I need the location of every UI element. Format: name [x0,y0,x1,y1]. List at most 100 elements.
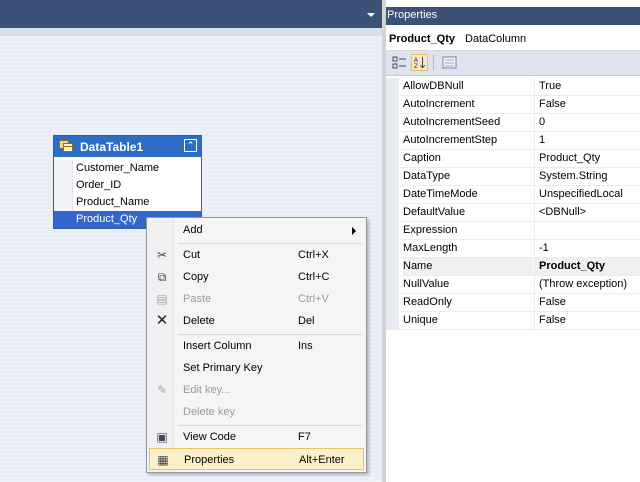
menu-item-label: Set Primary Key [183,362,263,374]
menu-item-label: Properties [184,454,235,466]
datatable-header[interactable]: DataTable1 ⌃ [54,136,201,157]
scissors-icon: ✂ [156,248,168,262]
menu-item-label: Paste [183,293,212,305]
property-value[interactable]: Product_Qty [534,258,640,275]
property-name: Caption [403,152,441,164]
property-value[interactable]: UnspecifiedLocal [534,186,640,203]
property-row[interactable]: DefaultValue <DBNull> [386,204,640,222]
property-name: DefaultValue [403,206,466,218]
property-name: Unique [403,314,438,326]
property-row-margin [386,150,399,168]
property-value[interactable]: False [534,96,640,113]
property-row-margin [386,114,399,132]
property-row[interactable]: Name Product_Qty [386,258,640,276]
collapse-icon[interactable]: ⌃ [184,139,197,152]
property-value[interactable]: False [534,312,640,329]
property-row-margin [386,96,399,114]
property-value[interactable]: -1 [534,240,640,257]
property-pages-icon[interactable] [441,54,458,71]
menu-item-cut[interactable]: ✂ Cut Ctrl+X [149,244,364,266]
alphabetical-sort-icon[interactable]: A Z [411,54,428,71]
property-name: ReadOnly [403,296,452,308]
property-name: MaxLength [403,242,458,254]
property-row[interactable]: Expression [386,222,640,240]
property-row-margin [386,240,399,258]
menu-item-add[interactable]: Add [149,219,364,241]
properties-title-bar[interactable]: Properties [386,7,640,25]
menu-item-label: Add [183,224,203,236]
property-name: NullValue [403,278,450,290]
menu-item-label: Copy [183,271,209,283]
property-row[interactable]: DataType System.String [386,168,640,186]
designer-tab-strip [0,0,382,28]
property-name: DateTimeMode [403,188,478,200]
submenu-arrow-icon [352,227,356,235]
property-name: Expression [403,224,458,236]
menu-item-shortcut: Ins [298,340,313,352]
property-row[interactable]: MaxLength -1 [386,240,640,258]
property-grid: AllowDBNull True AutoIncrement False AutoInc… [386,78,640,330]
property-row-margin [386,78,399,96]
property-name: AutoIncrement [403,98,475,110]
property-value[interactable]: False [534,294,640,311]
menu-item-shortcut: Del [298,315,315,327]
property-row[interactable]: NullValue (Throw exception) [386,276,640,294]
property-row[interactable]: AllowDBNull True [386,78,640,96]
svg-text:Z: Z [414,63,418,70]
property-row-margin [386,312,399,330]
categorized-icon[interactable] [391,54,408,71]
property-row[interactable]: Caption Product_Qty [386,150,640,168]
menu-item-properties[interactable]: ▦ Properties Alt+Enter [149,448,364,470]
object-name: Product_Qty [389,33,456,45]
menu-item-label: View Code [183,431,236,443]
menu-item-shortcut: Ctrl+C [298,271,330,283]
property-row[interactable]: AutoIncrementStep 1 [386,132,640,150]
menu-item-paste[interactable]: ▤ Paste Ctrl+V [149,288,364,310]
object-selector[interactable]: Product_Qty DataColumn [386,30,640,51]
property-row[interactable]: ReadOnly False [386,294,640,312]
designer-strip [0,28,382,36]
edit-key-icon: ✎ [156,383,168,397]
context-menu: Add ✂ Cut Ctrl+X ⧉ Copy Ctrl+C ▤ Paste C… [146,217,367,473]
window-list-dropdown-icon[interactable] [367,13,375,17]
property-name: AllowDBNull [403,80,464,92]
property-row-margin [386,294,399,312]
menu-item-shortcut: Ctrl+V [298,293,329,305]
property-row[interactable]: Unique False [386,312,640,330]
menu-item-set-primary-key[interactable]: Set Primary Key [149,357,364,379]
property-value[interactable]: True [534,78,640,95]
property-row[interactable]: AutoIncrementSeed 0 [386,114,640,132]
object-type: DataColumn [465,33,527,45]
property-value[interactable]: 1 [534,132,640,149]
menu-item-delete[interactable]: ✕ Delete Del [149,310,364,332]
menu-item-insert-column[interactable]: Insert Column Ins [149,335,364,357]
property-name: DataType [403,170,451,182]
paste-icon: ▤ [156,292,168,306]
menu-item-view-code[interactable]: ▣ View Code F7 [149,426,364,448]
datatable[interactable]: DataTable1 ⌃ Customer_Name Order_ID Prod… [53,135,202,229]
column-row[interactable]: Product_Name [54,194,201,211]
property-row[interactable]: DateTimeMode UnspecifiedLocal [386,186,640,204]
property-row-margin [386,186,399,204]
menu-item-delete-key[interactable]: Delete key [149,401,364,423]
menu-item-shortcut: Alt+Enter [299,454,345,466]
column-row[interactable]: Order_ID [54,177,201,194]
menu-item-edit-key[interactable]: ✎ Edit key... [149,379,364,401]
property-value[interactable] [534,222,640,239]
properties-icon: ▦ [157,453,169,467]
toolbar-separator [433,55,434,70]
property-row-margin [386,132,399,150]
menu-item-copy[interactable]: ⧉ Copy Ctrl+C [149,266,364,288]
properties-toolbar: A Z [386,51,640,76]
property-value[interactable]: <DBNull> [534,204,640,221]
menu-item-label: Edit key... [183,384,231,396]
property-value[interactable]: 0 [534,114,640,131]
column-row[interactable]: Customer_Name [54,160,201,177]
property-value[interactable]: System.String [534,168,640,185]
copy-icon: ⧉ [157,270,167,284]
property-value[interactable]: Product_Qty [534,150,640,167]
menu-item-label: Delete key [183,406,235,418]
menu-item-shortcut: Ctrl+X [298,249,329,261]
property-value[interactable]: (Throw exception) [534,276,640,293]
property-row[interactable]: AutoIncrement False [386,96,640,114]
